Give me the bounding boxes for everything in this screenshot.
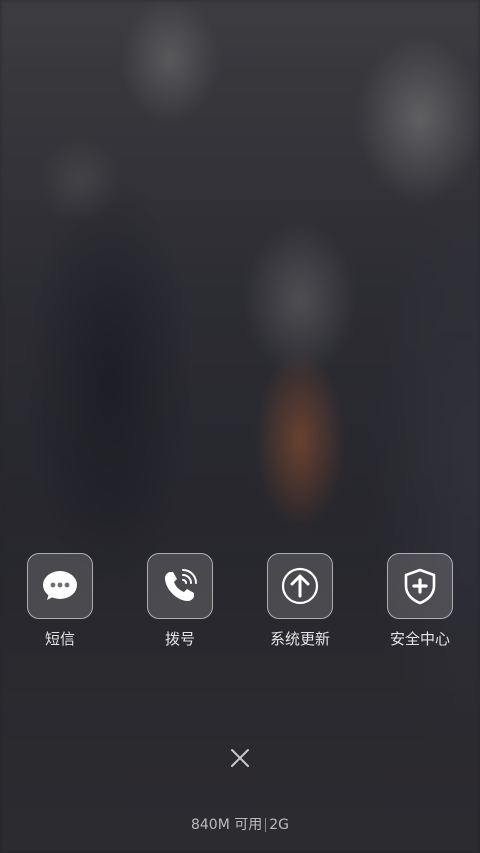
system-update-icon	[281, 567, 319, 605]
close-button[interactable]	[224, 742, 256, 774]
app-messages[interactable]: 短信	[0, 553, 120, 649]
phone-icon	[165, 569, 197, 601]
network-type: 2G	[269, 817, 290, 833]
shield-icon	[404, 568, 436, 605]
status-bar: 840M 可用 2G	[0, 815, 480, 835]
app-label: 安全中心	[389, 630, 450, 648]
memory-available: 840M 可用	[190, 817, 263, 833]
close-icon	[231, 749, 249, 767]
app-icon-frame	[147, 553, 213, 619]
app-dialer[interactable]: 拨号	[120, 553, 240, 649]
app-label: 短信	[44, 630, 75, 648]
app-label: 拨号	[164, 630, 195, 648]
app-system-update[interactable]: 系统更新	[240, 553, 360, 649]
recent-apps-row: 短信 拨号 系统更新 安全中心	[0, 553, 480, 663]
app-icon-frame	[387, 553, 453, 619]
status-divider	[265, 818, 267, 832]
app-security-center[interactable]: 安全中心	[360, 553, 480, 649]
message-icon	[43, 571, 77, 600]
app-icon-frame	[267, 553, 333, 619]
app-icon-frame	[27, 553, 93, 619]
wallpaper-shade	[0, 0, 480, 853]
app-label: 系统更新	[269, 630, 330, 648]
